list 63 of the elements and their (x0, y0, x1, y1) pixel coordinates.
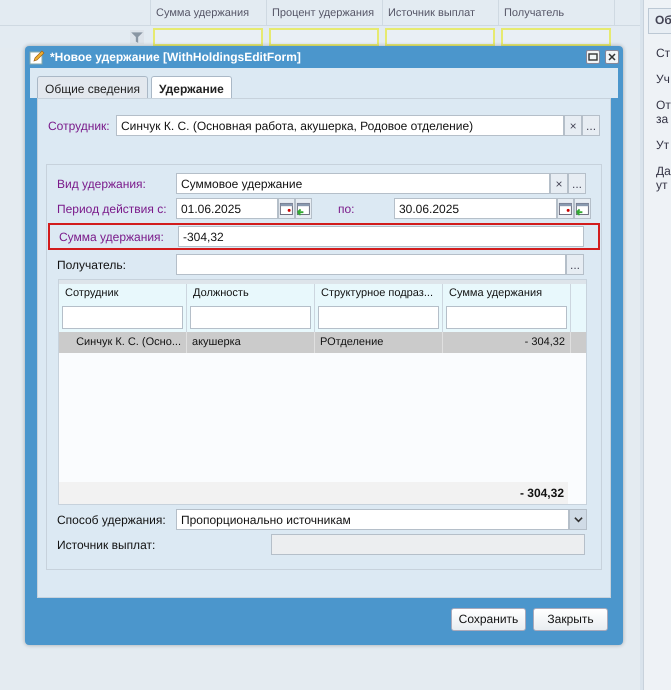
table-cell: РОтделение (315, 332, 443, 353)
field-label: Получатель: (57, 258, 127, 272)
column-header[interactable]: Сумма удержания (446, 287, 567, 299)
trigger-button[interactable]: ... (582, 115, 600, 136)
pencil-icon (29, 49, 45, 65)
close-icon (607, 52, 617, 62)
column-header[interactable]: Должность (190, 287, 311, 299)
amount-field[interactable]: -304,32 (178, 226, 584, 247)
withholding-type-field[interactable]: Суммовое удержание (176, 173, 550, 194)
chevron-down-icon (574, 515, 582, 524)
date-field[interactable]: 30.06.2025 (394, 198, 558, 219)
dialog-button[interactable]: Сохранить (451, 608, 526, 630)
field-label: Способ удержания: (57, 512, 167, 526)
column-header: Получатель (499, 0, 615, 25)
calendar-icon[interactable] (557, 198, 574, 219)
tab[interactable]: Удержание (150, 76, 232, 98)
column-header: Процент удержания (267, 0, 383, 25)
column-header: Источник выплат (383, 0, 499, 25)
filter-field[interactable] (446, 306, 567, 329)
side-label: Ут (656, 138, 670, 152)
maximize-icon (588, 52, 598, 62)
side-label: Ст (656, 46, 671, 60)
employee-field[interactable]: Синчук К. С. (Основная работа, акушерка, Родовое отделение) (116, 115, 564, 136)
side-label: Уч (656, 72, 671, 86)
browse-button[interactable]: ... (566, 254, 584, 275)
column-header[interactable]: Сотрудник (62, 287, 183, 299)
trigger-button[interactable]: ... (568, 173, 586, 194)
calendar-icon[interactable] (278, 198, 296, 219)
table-cell: Синчук К. С. (Осно... (59, 332, 187, 353)
total-value: - 304,32 (520, 486, 564, 500)
recipient-field[interactable] (176, 254, 566, 275)
filter-field[interactable] (318, 306, 439, 329)
tab[interactable]: Общие сведения (37, 76, 148, 98)
date-field[interactable]: 01.06.2025 (176, 198, 278, 219)
filter-field[interactable] (501, 28, 611, 46)
trigger-button[interactable]: × (564, 115, 582, 136)
side-label: Да ут (656, 164, 671, 192)
side-tab[interactable]: Об (648, 8, 671, 34)
filter-icon[interactable] (130, 30, 144, 44)
field-label: Источник выплат: (57, 538, 156, 552)
table-cell: акушерка (187, 332, 315, 353)
filter-field[interactable] (62, 306, 183, 329)
dropdown-button[interactable] (569, 509, 587, 530)
column-header: Сумма удержания (151, 0, 267, 25)
filter-field[interactable] (269, 28, 379, 46)
table-row[interactable]: Синчук К. С. (Осно... акушерка РОтделение - 304,32 (59, 332, 586, 353)
trigger-button[interactable]: × (550, 173, 568, 194)
window-title: *Новое удержание [WithHoldingsEditForm] (50, 50, 302, 64)
dialog-button[interactable]: Закрыть (533, 608, 608, 630)
maximize-button[interactable] (586, 50, 600, 64)
field-label: Сумма удержания: (59, 230, 165, 244)
column-header[interactable]: Структурное подраз... (318, 287, 439, 299)
close-button[interactable] (605, 50, 619, 64)
field-label: Период действия с: (57, 202, 168, 216)
filter-field[interactable] (153, 28, 263, 46)
filter-field[interactable] (385, 28, 495, 46)
filter-field[interactable] (190, 306, 311, 329)
method-dropdown[interactable]: Пропорционально источникам (176, 509, 569, 530)
side-label: От за (656, 98, 671, 126)
table-cell: - 304,32 (443, 332, 571, 353)
field-label: Вид удержания: (57, 176, 147, 190)
field-label: по: (336, 202, 356, 216)
field-label: Сотрудник: (48, 118, 111, 132)
